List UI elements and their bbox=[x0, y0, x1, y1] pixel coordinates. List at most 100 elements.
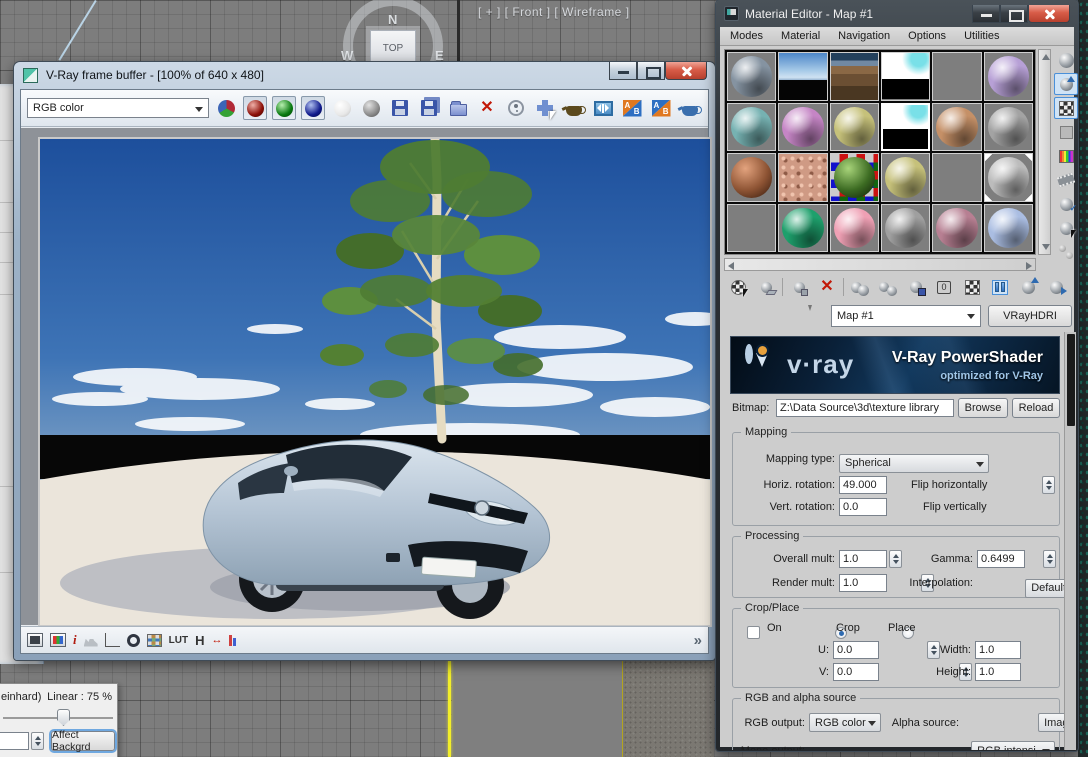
sample-type-icon[interactable] bbox=[1054, 49, 1078, 71]
params-scrollbar[interactable] bbox=[1064, 332, 1076, 750]
overall-mult-field[interactable]: 1.0 bbox=[839, 550, 887, 568]
reset-map-icon[interactable]: ✕ bbox=[815, 276, 839, 298]
render-last-teapot-icon[interactable] bbox=[562, 96, 586, 120]
show-map-in-viewport-icon[interactable] bbox=[960, 276, 984, 298]
rgb-output-select[interactable]: RGB color bbox=[809, 713, 881, 732]
material-options-icon[interactable]: ✓ bbox=[1054, 193, 1078, 215]
material-swatch-sphere[interactable] bbox=[829, 203, 879, 252]
material-swatch-sphere[interactable] bbox=[983, 153, 1033, 202]
material-type-button[interactable]: VRayHDRI bbox=[988, 305, 1072, 327]
material-swatch-alpha[interactable] bbox=[880, 52, 931, 101]
material-swatch-sphere[interactable] bbox=[778, 102, 828, 151]
assign-material-to-selection-icon[interactable] bbox=[787, 276, 811, 298]
gamma-spinner[interactable] bbox=[1043, 550, 1057, 568]
background-icon[interactable] bbox=[1054, 97, 1078, 119]
material-map-navigator-icon[interactable] bbox=[1054, 241, 1078, 263]
fb-titlebar[interactable]: V-Ray frame buffer - [100% of 640 x 480] bbox=[14, 62, 715, 89]
mono-output-select[interactable]: RGB intensi bbox=[971, 741, 1056, 750]
horiz-rotation-field[interactable]: 49.000 bbox=[839, 476, 887, 494]
menu-modes[interactable]: Modes bbox=[730, 30, 763, 42]
exposure-floater[interactable]: einhard) Linear : 75 % 1.0 Affect Backgr… bbox=[0, 683, 118, 757]
swatch-hscrollbar[interactable] bbox=[724, 258, 1036, 271]
affect-background-button[interactable]: Affect Backgrd bbox=[51, 729, 115, 753]
reload-button[interactable]: Reload bbox=[1012, 398, 1060, 418]
lut-icon[interactable]: LUT bbox=[169, 635, 188, 646]
backlight-icon[interactable] bbox=[1054, 73, 1078, 95]
material-swatch-granite[interactable] bbox=[778, 153, 828, 202]
exposure-spinner-field[interactable]: 1.0 bbox=[0, 732, 29, 750]
crop-width-field[interactable]: 1.0 bbox=[975, 641, 1021, 659]
compass-west[interactable]: W bbox=[341, 48, 353, 63]
show-channels-panel-icon[interactable] bbox=[50, 633, 66, 647]
color-curve-icon[interactable] bbox=[104, 633, 120, 647]
ab-compare-icon[interactable]: AB bbox=[620, 96, 644, 120]
stereo-channels-icon[interactable] bbox=[229, 634, 237, 646]
red-channel-icon[interactable] bbox=[243, 96, 267, 120]
go-to-parent-icon[interactable] bbox=[1016, 276, 1040, 298]
alpha-channel-icon[interactable] bbox=[330, 96, 354, 120]
go-forward-to-sibling-icon[interactable] bbox=[1044, 276, 1068, 298]
channel-select[interactable]: RGB color bbox=[27, 98, 209, 118]
histogram-icon[interactable] bbox=[83, 634, 98, 647]
material-swatch-empty[interactable] bbox=[932, 153, 982, 202]
ba-compare-icon[interactable]: AB bbox=[649, 96, 673, 120]
menu-navigation[interactable]: Navigation bbox=[838, 30, 890, 42]
clear-image-icon[interactable]: ✕ bbox=[475, 96, 499, 120]
vert-rotation-field[interactable]: 0.0 bbox=[839, 498, 887, 516]
expand-chevron-icon[interactable]: » bbox=[694, 632, 702, 649]
save-all-channels-icon[interactable] bbox=[417, 96, 441, 120]
browse-button[interactable]: Browse bbox=[958, 398, 1008, 418]
material-swatch-sphere[interactable] bbox=[829, 102, 879, 151]
maximize-button[interactable] bbox=[637, 62, 665, 80]
green-channel-icon[interactable] bbox=[272, 96, 296, 120]
sample-uv-tiling-icon[interactable] bbox=[1054, 121, 1078, 143]
material-swatch-empty[interactable] bbox=[727, 203, 777, 252]
render-mult-field[interactable]: 1.0 bbox=[839, 574, 887, 592]
material-swatch-sphere[interactable] bbox=[932, 102, 982, 151]
white-balance-icon[interactable]: H bbox=[195, 633, 204, 648]
material-swatch-alpha[interactable] bbox=[880, 102, 931, 151]
params-scrollbar-thumb[interactable] bbox=[1067, 334, 1075, 426]
menu-material[interactable]: Material bbox=[781, 30, 820, 42]
material-swatch-empty[interactable] bbox=[932, 52, 982, 101]
viewport-textured-region[interactable] bbox=[623, 660, 714, 757]
save-image-icon[interactable] bbox=[388, 96, 412, 120]
overall-mult-spinner[interactable] bbox=[889, 550, 902, 568]
get-material-icon[interactable] bbox=[726, 276, 750, 298]
bitmap-field[interactable]: Z:\Data Source\3d\texture library bbox=[776, 399, 954, 417]
material-swatch-rust[interactable] bbox=[727, 153, 777, 202]
image-info-icon[interactable]: i bbox=[73, 632, 77, 648]
crop-v-field[interactable]: 0.0 bbox=[833, 663, 879, 681]
compare-horizontal-icon[interactable] bbox=[591, 96, 615, 120]
put-to-library-icon[interactable] bbox=[904, 276, 928, 298]
exposure-slider-thumb[interactable] bbox=[57, 709, 70, 726]
horiz-rotation-spinner[interactable] bbox=[1042, 476, 1056, 494]
blue-channel-icon[interactable] bbox=[301, 96, 325, 120]
viewport-divider[interactable] bbox=[457, 0, 460, 66]
crop-u-field[interactable]: 0.0 bbox=[833, 641, 879, 659]
mapping-type-select[interactable]: Spherical bbox=[839, 453, 989, 473]
exposure-spinner[interactable] bbox=[31, 732, 44, 750]
swatch-vscrollbar[interactable] bbox=[1038, 49, 1051, 255]
material-swatch-sky[interactable] bbox=[778, 52, 828, 101]
rgb-channels-icon[interactable] bbox=[214, 96, 238, 120]
material-swatch-sphere[interactable] bbox=[727, 52, 777, 101]
material-swatch-sphere[interactable] bbox=[727, 102, 777, 151]
video-color-check-icon[interactable] bbox=[1054, 145, 1078, 167]
pixel-grid-icon[interactable] bbox=[146, 633, 162, 647]
minimize-button[interactable] bbox=[609, 62, 637, 80]
material-swatch-sphere[interactable] bbox=[880, 203, 931, 252]
gamma-field[interactable]: 0.6499 bbox=[977, 550, 1025, 568]
viewport-label[interactable]: [ + ] [ Front ] [ Wireframe ] bbox=[478, 5, 630, 19]
material-swatch-leaf[interactable] bbox=[829, 153, 879, 202]
show-pixel-info-icon[interactable] bbox=[27, 633, 43, 647]
material-swatch-sphere[interactable] bbox=[983, 52, 1033, 101]
show-end-result-icon[interactable] bbox=[988, 276, 1012, 298]
load-image-icon[interactable] bbox=[446, 96, 470, 120]
material-swatch-sphere[interactable] bbox=[778, 203, 828, 252]
material-swatch-sphere[interactable] bbox=[932, 203, 982, 252]
vray-frame-buffer-window[interactable]: V-Ray frame buffer - [100% of 640 x 480]… bbox=[0, 62, 1088, 757]
material-editor-window[interactable]: Material Editor - Map #1 Modes Material … bbox=[716, 0, 1078, 751]
render-teapot-icon[interactable] bbox=[678, 96, 702, 120]
put-material-to-scene-icon[interactable] bbox=[754, 276, 778, 298]
